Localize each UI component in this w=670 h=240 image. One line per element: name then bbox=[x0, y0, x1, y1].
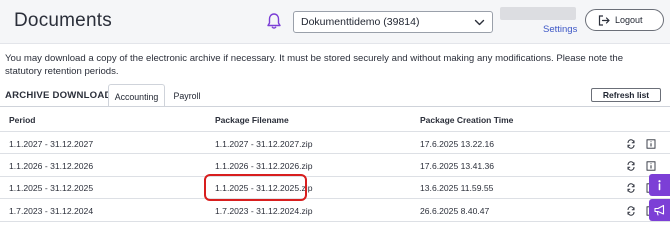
table-divider bbox=[0, 131, 670, 132]
table-cell-period: 1.1.2025 - 31.12.2025 bbox=[9, 183, 94, 193]
top-bar: Documents Dokumenttidemo (39814) Setting… bbox=[0, 0, 670, 44]
logout-button[interactable]: Logout bbox=[585, 9, 664, 31]
table-row-divider bbox=[0, 221, 670, 222]
regenerate-icon[interactable] bbox=[626, 206, 636, 216]
table-cell-filename[interactable]: 1.1.2027 - 31.12.2027.zip bbox=[215, 139, 312, 149]
table-row-divider bbox=[0, 153, 670, 154]
table-cell-filename[interactable]: 1.7.2023 - 31.12.2024.zip bbox=[215, 206, 312, 216]
table-cell-created: 26.6.2025 8.40.47 bbox=[420, 206, 490, 216]
refresh-list-button[interactable]: Refresh list bbox=[591, 88, 661, 102]
column-header-creation-time: Package Creation Time bbox=[420, 115, 514, 125]
bell-icon[interactable] bbox=[266, 12, 282, 30]
highlight-annotation bbox=[204, 174, 307, 201]
info-icon[interactable] bbox=[646, 161, 656, 171]
company-select-value: Dokumenttidemo (39814) bbox=[301, 16, 420, 28]
settings-link[interactable]: Settings bbox=[543, 24, 577, 35]
table-row-divider bbox=[0, 198, 670, 199]
tab-accounting[interactable]: Accounting bbox=[108, 84, 165, 107]
user-name-redacted bbox=[500, 7, 576, 20]
table-cell-created: 17.6.2025 13.22.16 bbox=[420, 139, 495, 149]
table-cell-filename[interactable]: 1.1.2026 - 31.12.2026.zip bbox=[215, 161, 312, 171]
logout-label: Logout bbox=[615, 15, 643, 25]
logout-icon bbox=[598, 15, 610, 26]
regenerate-icon[interactable] bbox=[626, 139, 636, 149]
table-cell-period: 1.7.2023 - 31.12.2024 bbox=[9, 206, 94, 216]
tabs-divider bbox=[0, 106, 670, 107]
side-feedback-button[interactable] bbox=[649, 199, 670, 221]
regenerate-icon[interactable] bbox=[626, 161, 636, 171]
info-icon[interactable] bbox=[646, 139, 656, 149]
table-cell-created: 13.6.2025 11.59.55 bbox=[420, 183, 494, 193]
archive-notice: You may download a copy of the electroni… bbox=[5, 53, 624, 77]
tab-payroll[interactable]: Payroll bbox=[168, 84, 206, 107]
table-cell-created: 17.6.2025 13.41.36 bbox=[420, 161, 495, 171]
table-cell-period: 1.1.2026 - 31.12.2026 bbox=[9, 161, 94, 171]
column-header-filename: Package Filename bbox=[215, 115, 289, 125]
page-title: Documents bbox=[14, 10, 112, 31]
table-cell-period: 1.1.2027 - 31.12.2027 bbox=[9, 139, 94, 149]
company-select[interactable]: Dokumenttidemo (39814) bbox=[293, 11, 493, 33]
column-header-period: Period bbox=[9, 115, 36, 125]
side-info-button[interactable] bbox=[649, 174, 670, 196]
section-title: ARCHIVE DOWNLOAD bbox=[5, 90, 112, 101]
info-icon bbox=[658, 180, 661, 191]
megaphone-icon bbox=[654, 204, 665, 216]
table-row-divider bbox=[0, 176, 670, 177]
chevron-down-icon bbox=[474, 19, 485, 26]
regenerate-icon[interactable] bbox=[626, 183, 636, 193]
